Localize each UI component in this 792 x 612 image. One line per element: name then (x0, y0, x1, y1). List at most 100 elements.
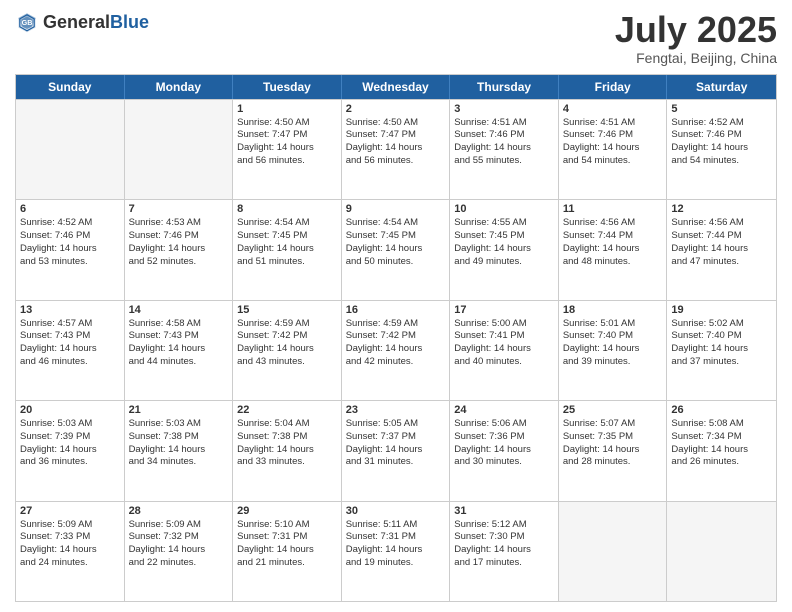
cell-line: Daylight: 14 hours (563, 444, 663, 457)
cell-line: Sunrise: 4:59 AM (237, 318, 337, 331)
cell-line: and 46 minutes. (20, 356, 120, 369)
week-row-1: 6Sunrise: 4:52 AMSunset: 7:46 PMDaylight… (16, 199, 776, 299)
cell-line: Sunset: 7:40 PM (563, 330, 663, 343)
cell-line: and 54 minutes. (563, 155, 663, 168)
day-number: 29 (237, 505, 337, 517)
header-day-friday: Friday (559, 75, 668, 99)
cell-line: Daylight: 14 hours (454, 243, 554, 256)
cell-line: Sunrise: 4:53 AM (129, 217, 229, 230)
cell-line: Sunset: 7:42 PM (346, 330, 446, 343)
day-number: 18 (563, 304, 663, 316)
cell-line: Sunrise: 4:51 AM (563, 117, 663, 130)
cell-line: Sunrise: 5:07 AM (563, 418, 663, 431)
cal-cell: 24Sunrise: 5:06 AMSunset: 7:36 PMDayligh… (450, 401, 559, 500)
cell-line: Sunrise: 5:06 AM (454, 418, 554, 431)
cal-cell: 25Sunrise: 5:07 AMSunset: 7:35 PMDayligh… (559, 401, 668, 500)
cell-line: Sunrise: 5:08 AM (671, 418, 772, 431)
header: GB GeneralBlue July 2025 Fengtai, Beijin… (15, 10, 777, 66)
cell-line: Daylight: 14 hours (671, 343, 772, 356)
day-number: 12 (671, 203, 772, 215)
cell-line: and 33 minutes. (237, 456, 337, 469)
cell-line: Daylight: 14 hours (237, 444, 337, 457)
cell-line: Sunrise: 5:09 AM (20, 519, 120, 532)
cell-line: and 40 minutes. (454, 356, 554, 369)
cell-line: Daylight: 14 hours (237, 343, 337, 356)
cell-line: Sunset: 7:44 PM (563, 230, 663, 243)
logo-general: General (43, 12, 110, 32)
day-number: 9 (346, 203, 446, 215)
cell-line: and 51 minutes. (237, 256, 337, 269)
header-day-wednesday: Wednesday (342, 75, 451, 99)
cell-line: Sunrise: 5:01 AM (563, 318, 663, 331)
cal-cell: 19Sunrise: 5:02 AMSunset: 7:40 PMDayligh… (667, 301, 776, 400)
cell-line: Sunset: 7:46 PM (454, 129, 554, 142)
cell-line: Sunset: 7:45 PM (454, 230, 554, 243)
cell-line: Daylight: 14 hours (454, 343, 554, 356)
cell-line: Sunset: 7:47 PM (346, 129, 446, 142)
cell-line: Daylight: 14 hours (237, 142, 337, 155)
cell-line: Daylight: 14 hours (129, 544, 229, 557)
cell-line: and 24 minutes. (20, 557, 120, 570)
cal-cell (16, 100, 125, 199)
cal-cell: 4Sunrise: 4:51 AMSunset: 7:46 PMDaylight… (559, 100, 668, 199)
cal-cell: 5Sunrise: 4:52 AMSunset: 7:46 PMDaylight… (667, 100, 776, 199)
cell-line: Sunset: 7:43 PM (20, 330, 120, 343)
day-number: 8 (237, 203, 337, 215)
day-number: 14 (129, 304, 229, 316)
cell-line: Sunrise: 4:54 AM (237, 217, 337, 230)
cell-line: and 42 minutes. (346, 356, 446, 369)
cal-cell: 10Sunrise: 4:55 AMSunset: 7:45 PMDayligh… (450, 200, 559, 299)
title-block: July 2025 Fengtai, Beijing, China (615, 10, 777, 66)
cell-line: Daylight: 14 hours (346, 544, 446, 557)
cell-line: Sunrise: 5:04 AM (237, 418, 337, 431)
logo: GB GeneralBlue (15, 10, 149, 34)
day-number: 26 (671, 404, 772, 416)
svg-text:GB: GB (22, 18, 33, 27)
cell-line: and 19 minutes. (346, 557, 446, 570)
cell-line: Sunset: 7:46 PM (671, 129, 772, 142)
week-row-2: 13 Sunrise: 4:57 AMSunset: 7:43 PM Dayligh… (16, 300, 776, 400)
day-number: 7 (129, 203, 229, 215)
cell-line: Sunrise: 5:05 AM (346, 418, 446, 431)
cal-cell: 1Sunrise: 4:50 AMSunset: 7:47 PMDaylight… (233, 100, 342, 199)
header-day-thursday: Thursday (450, 75, 559, 99)
cell-line: Sunrise: 4:56 AM (563, 217, 663, 230)
cell-line: Sunset: 7:34 PM (671, 431, 772, 444)
cell-line: Sunset: 7:41 PM (454, 330, 554, 343)
logo-icon: GB (15, 10, 39, 34)
day-number: 1 (237, 103, 337, 115)
cell-line: and 31 minutes. (346, 456, 446, 469)
day-number: 13 (20, 304, 120, 316)
cell-line: Daylight: 14 hours (563, 343, 663, 356)
cal-cell: 17Sunrise: 5:00 AMSunset: 7:41 PMDayligh… (450, 301, 559, 400)
cell-line: Sunrise: 5:09 AM (129, 519, 229, 532)
cal-cell: 8Sunrise: 4:54 AMSunset: 7:45 PMDaylight… (233, 200, 342, 299)
cell-line: and 30 minutes. (454, 456, 554, 469)
cell-line: Daylight: 14 hours (346, 444, 446, 457)
cal-cell: 31Sunrise: 5:12 AMSunset: 7:30 PMDayligh… (450, 502, 559, 601)
cell-line: Daylight: 14 hours (20, 444, 120, 457)
cell-line: Daylight: 14 hours (129, 444, 229, 457)
cell-line: and 36 minutes. (20, 456, 120, 469)
page: GB GeneralBlue July 2025 Fengtai, Beijin… (0, 0, 792, 612)
cell-line: and 47 minutes. (671, 256, 772, 269)
cal-cell: 16Sunrise: 4:59 AMSunset: 7:42 PMDayligh… (342, 301, 451, 400)
cell-line: Sunset: 7:44 PM (671, 230, 772, 243)
cell-line: Sunrise: 4:58 AM (129, 318, 229, 331)
cell-line: and 39 minutes. (563, 356, 663, 369)
logo-text: GeneralBlue (43, 12, 149, 33)
day-number: 30 (346, 505, 446, 517)
day-number: 4 (563, 103, 663, 115)
cell-line: Sunset: 7:31 PM (237, 531, 337, 544)
day-number: 22 (237, 404, 337, 416)
day-number: 11 (563, 203, 663, 215)
cal-cell: 29Sunrise: 5:10 AMSunset: 7:31 PMDayligh… (233, 502, 342, 601)
cell-line: Sunset: 7:31 PM (346, 531, 446, 544)
day-number: 24 (454, 404, 554, 416)
logo-blue: Blue (110, 12, 149, 32)
cell-line: Sunrise: 4:57 AM (20, 318, 120, 331)
cell-line: Sunrise: 4:50 AM (346, 117, 446, 130)
cell-line: and 28 minutes. (563, 456, 663, 469)
day-number: 20 (20, 404, 120, 416)
cal-cell: 7Sunrise: 4:53 AMSunset: 7:46 PMDaylight… (125, 200, 234, 299)
